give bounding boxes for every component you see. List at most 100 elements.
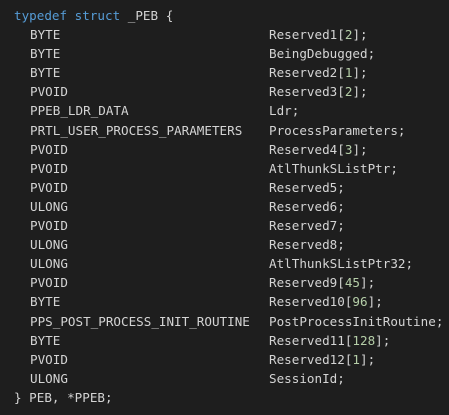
field-line: PVOID Reserved4[3]; (0, 140, 449, 159)
field-declarator: Reserved12[1]; (269, 350, 375, 369)
array-close-bracket: ] (352, 65, 361, 81)
field-declarator: Reserved10[96]; (269, 292, 383, 311)
array-close-bracket: ] (360, 275, 368, 291)
field-type: PVOID (30, 84, 68, 100)
field-declarator: SessionId; (269, 369, 345, 388)
array-size: 45 (344, 275, 361, 291)
field-type: PVOID (30, 141, 68, 157)
field-type: PVOID (30, 218, 68, 234)
field-line: BYTE Reserved10[96]; (0, 292, 449, 311)
array-close-bracket: ] (360, 351, 368, 367)
field-declarator: Reserved1[2]; (269, 25, 368, 44)
field-declarator: Ldr; (269, 101, 299, 120)
code-viewer: typedef struct _PEB { BYTE Reserved1[2]; B… (0, 0, 449, 415)
semicolon: ; (375, 294, 383, 310)
field-name: Reserved10 (269, 294, 345, 310)
field-line: PVOID AtlThunkSListPtr; (0, 159, 449, 178)
field-type: PRTL_USER_PROCESS_PARAMETERS (30, 122, 243, 138)
array-open-bracket: [ (337, 141, 345, 157)
field-type: BYTE (30, 332, 61, 348)
field-declarator: Reserved8; (269, 235, 345, 254)
semicolon: ; (337, 179, 345, 195)
field-type: BYTE (30, 294, 61, 310)
field-type: ULONG (30, 237, 68, 253)
array-open-bracket: [ (337, 27, 345, 43)
field-line: ULONG Reserved8; (0, 235, 449, 254)
field-name: BeingDebugged (269, 46, 368, 62)
field-name: SessionId (269, 370, 338, 386)
array-close-bracket: ] (352, 84, 361, 100)
field-name: Reserved8 (269, 237, 338, 253)
semicolon: ; (337, 370, 345, 386)
field-declarator: AtlThunkSListPtr32; (269, 254, 413, 273)
semicolon: ; (337, 218, 345, 234)
field-line: PPEB_LDR_DATA Ldr; (0, 101, 449, 120)
field-line: ULONG SessionId; (0, 369, 449, 388)
field-declarator: AtlThunkSListPtr; (269, 159, 398, 178)
array-open-bracket: [ (337, 84, 345, 100)
struct-name: _PEB (127, 8, 159, 23)
field-declarator: Reserved7; (269, 216, 345, 235)
field-line: ULONG AtlThunkSListPtr32; (0, 254, 449, 273)
field-line: PVOID Reserved9[45]; (0, 273, 449, 292)
array-open-bracket: [ (337, 275, 345, 291)
field-line: PVOID Reserved3[2]; (0, 82, 449, 101)
field-type: PVOID (30, 179, 68, 195)
field-line: BYTE Reserved1[2]; (0, 25, 449, 44)
field-declarator: Reserved5; (269, 178, 345, 197)
field-type: PPS_POST_PROCESS_INIT_ROUTINE (30, 313, 250, 329)
field-name: AtlThunkSListPtr32 (269, 256, 406, 272)
semicolon: ; (367, 351, 376, 367)
field-name: Reserved9 (269, 275, 338, 291)
array-size: 128 (352, 332, 376, 348)
semicolon: ; (291, 103, 300, 119)
field-type: PVOID (30, 351, 68, 367)
array-size: 1 (352, 351, 361, 367)
field-type: BYTE (30, 27, 61, 43)
field-type: ULONG (30, 198, 68, 214)
field-declarator: BeingDebugged; (269, 44, 375, 63)
field-type: BYTE (30, 46, 61, 62)
field-name: Ldr (269, 103, 292, 119)
semicolon: ; (360, 84, 368, 100)
field-name: Reserved11 (269, 332, 345, 348)
array-close-bracket: ] (352, 27, 361, 43)
field-name: AtlThunkSListPtr (269, 160, 391, 176)
struct-keyword: struct (74, 8, 121, 23)
field-declarator: Reserved3[2]; (269, 82, 368, 101)
open-brace: { (165, 8, 174, 23)
field-declarator: Reserved2[1]; (269, 63, 368, 82)
field-line: PVOID Reserved5; (0, 178, 449, 197)
array-size: 96 (352, 294, 368, 310)
field-declarator: Reserved4[3]; (269, 140, 368, 159)
semicolon: ; (405, 256, 414, 272)
semicolon: ; (382, 332, 391, 348)
field-type: PVOID (30, 160, 68, 176)
field-name: Reserved12 (269, 351, 345, 367)
field-name: Reserved5 (269, 179, 338, 195)
field-name: PostProcessInitRoutine (269, 313, 436, 329)
field-declarator: Reserved9[45]; (269, 273, 375, 292)
struct-header: typedef struct _PEB { (14, 6, 173, 25)
field-declarator: ProcessParameters; (269, 121, 406, 140)
field-declarator: Reserved6; (269, 197, 345, 216)
array-open-bracket: [ (337, 65, 345, 81)
field-declarator: Reserved11[128]; (269, 331, 390, 350)
struct-footer: } PEB, *PPEB; (14, 389, 113, 405)
field-line: PRTL_USER_PROCESS_PARAMETERS ProcessParam… (0, 121, 449, 140)
semicolon: ; (367, 275, 376, 291)
field-line: PPS_POST_PROCESS_INIT_ROUTINE PostProcess… (0, 312, 449, 331)
field-line: PVOID Reserved7; (0, 216, 449, 235)
semicolon: ; (360, 141, 368, 157)
semicolon: ; (337, 198, 345, 214)
field-line: BYTE Reserved11[128]; (0, 331, 449, 350)
field-type: PVOID (30, 275, 68, 291)
semicolon: ; (360, 27, 368, 43)
field-type: ULONG (30, 370, 68, 386)
semicolon: ; (435, 313, 444, 329)
field-type: ULONG (30, 256, 68, 272)
field-line: ULONG Reserved6; (0, 197, 449, 216)
struct-footer-line: } PEB, *PPEB; (0, 388, 449, 407)
semicolon: ; (390, 160, 398, 176)
array-close-bracket: ] (375, 332, 383, 348)
